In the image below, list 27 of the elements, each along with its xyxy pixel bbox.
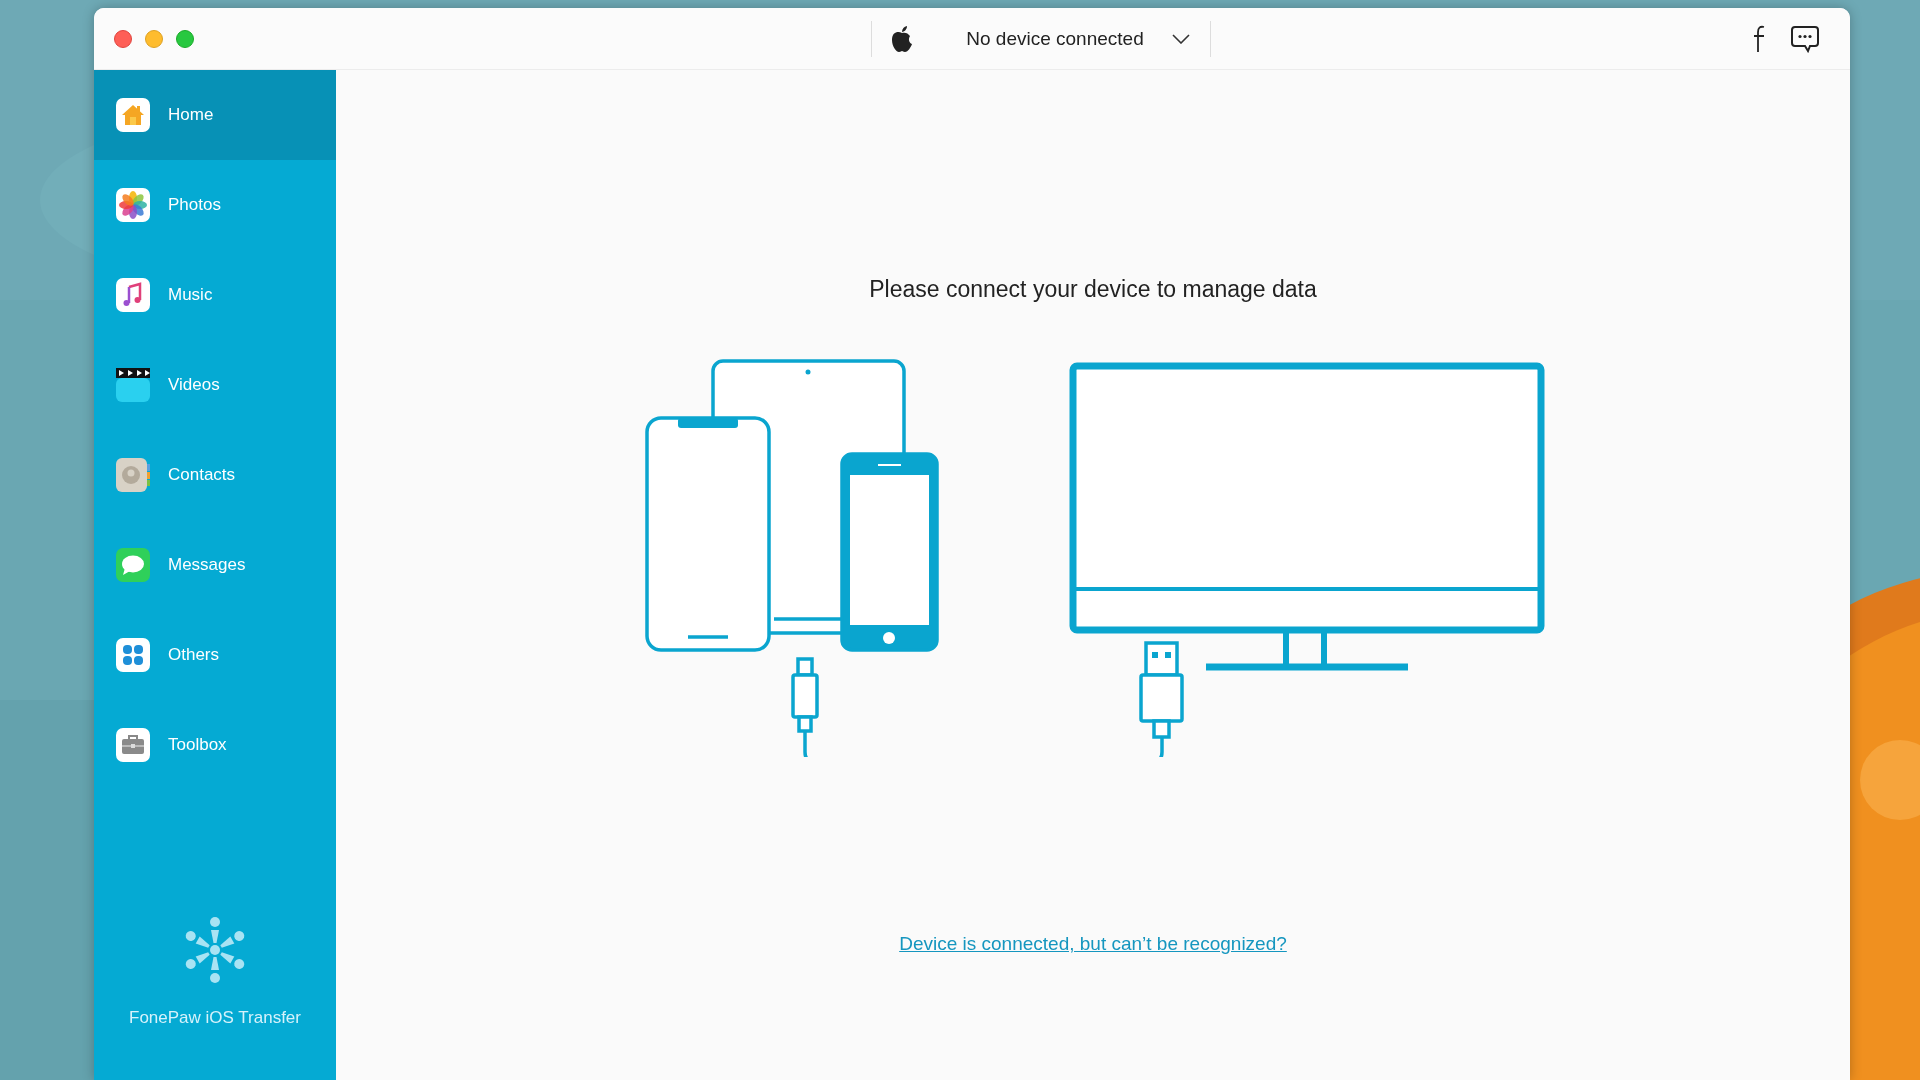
sidebar-item[interactable]: Toolbox [94,700,336,790]
sidebar-item[interactable]: Photos [94,160,336,250]
sidebar-item[interactable]: Music [94,250,336,340]
four-petal-icon [116,638,150,672]
speech-bubble-icon [116,548,150,582]
zoom-button[interactable] [176,29,194,48]
house-icon [116,98,150,132]
help-link[interactable]: Device is connected, but can’t be recognized? [899,933,1287,955]
close-button[interactable] [114,29,132,48]
sidebar-item[interactable]: Videos [94,340,336,430]
chevron-down-icon [1172,33,1190,44]
connect-message: Please connect your device to manage data [869,276,1317,303]
briefcase-icon [116,728,150,762]
snowflake-logo-icon [183,916,247,984]
sidebar-item[interactable]: Others [94,610,336,700]
address-book-icon [116,458,150,492]
music-note-icon [116,278,150,312]
sidebar-item[interactable]: Contacts [94,430,336,520]
sidebar-item[interactable]: Home [94,70,336,160]
clapperboard-icon [116,368,150,402]
apple-icon [890,24,914,53]
minimize-button[interactable] [145,29,163,48]
chat-icon[interactable] [1790,24,1820,53]
sidebar-item[interactable]: Messages [94,520,336,610]
device-selector[interactable]: No device connected [871,20,1211,57]
app-name: FonePaw iOS Transfer [129,1008,301,1028]
flower-icon [116,188,150,222]
